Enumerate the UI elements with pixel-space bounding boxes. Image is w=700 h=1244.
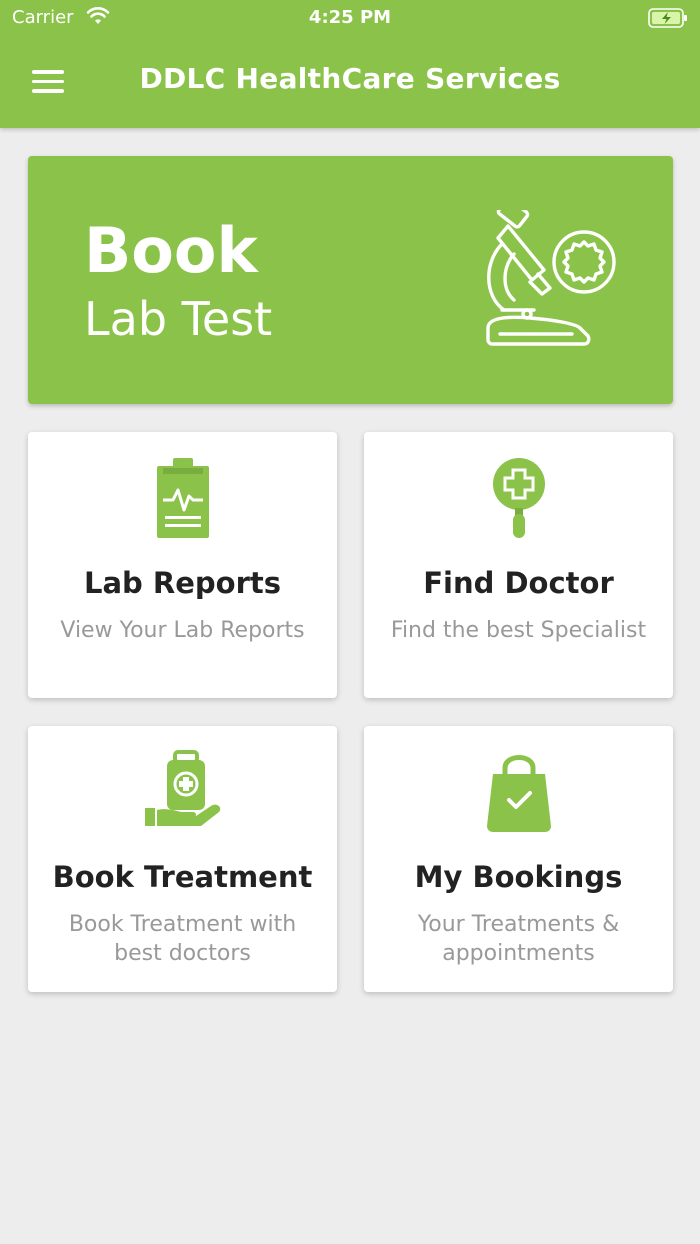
- find-doctor-card[interactable]: Find Doctor Find the best Specialist: [364, 432, 673, 698]
- banner-title: Book: [84, 214, 258, 287]
- shopping-bag-check-icon: [486, 755, 551, 832]
- card-description: Book Treatment with best doctors: [68, 912, 297, 966]
- status-bar: Carrier 4:25 PM: [0, 0, 700, 36]
- status-time: 4:25 PM: [308, 7, 392, 28]
- page-title: DDLC HealthCare Services: [139, 62, 561, 95]
- medical-search-icon: [492, 458, 545, 538]
- card-description: Find the best Specialist: [390, 618, 647, 643]
- medical-kit-hand-icon: [144, 750, 220, 826]
- card-title: Find Doctor: [423, 566, 614, 600]
- battery-icon: [648, 8, 687, 28]
- clipboard-report-icon: [156, 458, 209, 538]
- my-bookings-card[interactable]: My Bookings Your Treatments & appointmen…: [364, 726, 673, 992]
- app-header: Carrier 4:25 PM DDLC HealthCare Services: [0, 0, 700, 128]
- banner-subtitle: Lab Test: [84, 292, 273, 346]
- lab-reports-card[interactable]: Lab Reports View Your Lab Reports: [28, 432, 337, 698]
- card-title: My Bookings: [414, 860, 623, 894]
- book-lab-test-banner[interactable]: Book Lab Test: [28, 156, 673, 404]
- card-title: Lab Reports: [83, 566, 281, 600]
- card-title: Book Treatment: [52, 860, 313, 894]
- microscope-icon: [486, 210, 616, 346]
- book-treatment-card[interactable]: Book Treatment Book Treatment with best …: [28, 726, 337, 992]
- card-description: View Your Lab Reports: [60, 618, 305, 643]
- card-description: Your Treatments & appointments: [417, 912, 620, 966]
